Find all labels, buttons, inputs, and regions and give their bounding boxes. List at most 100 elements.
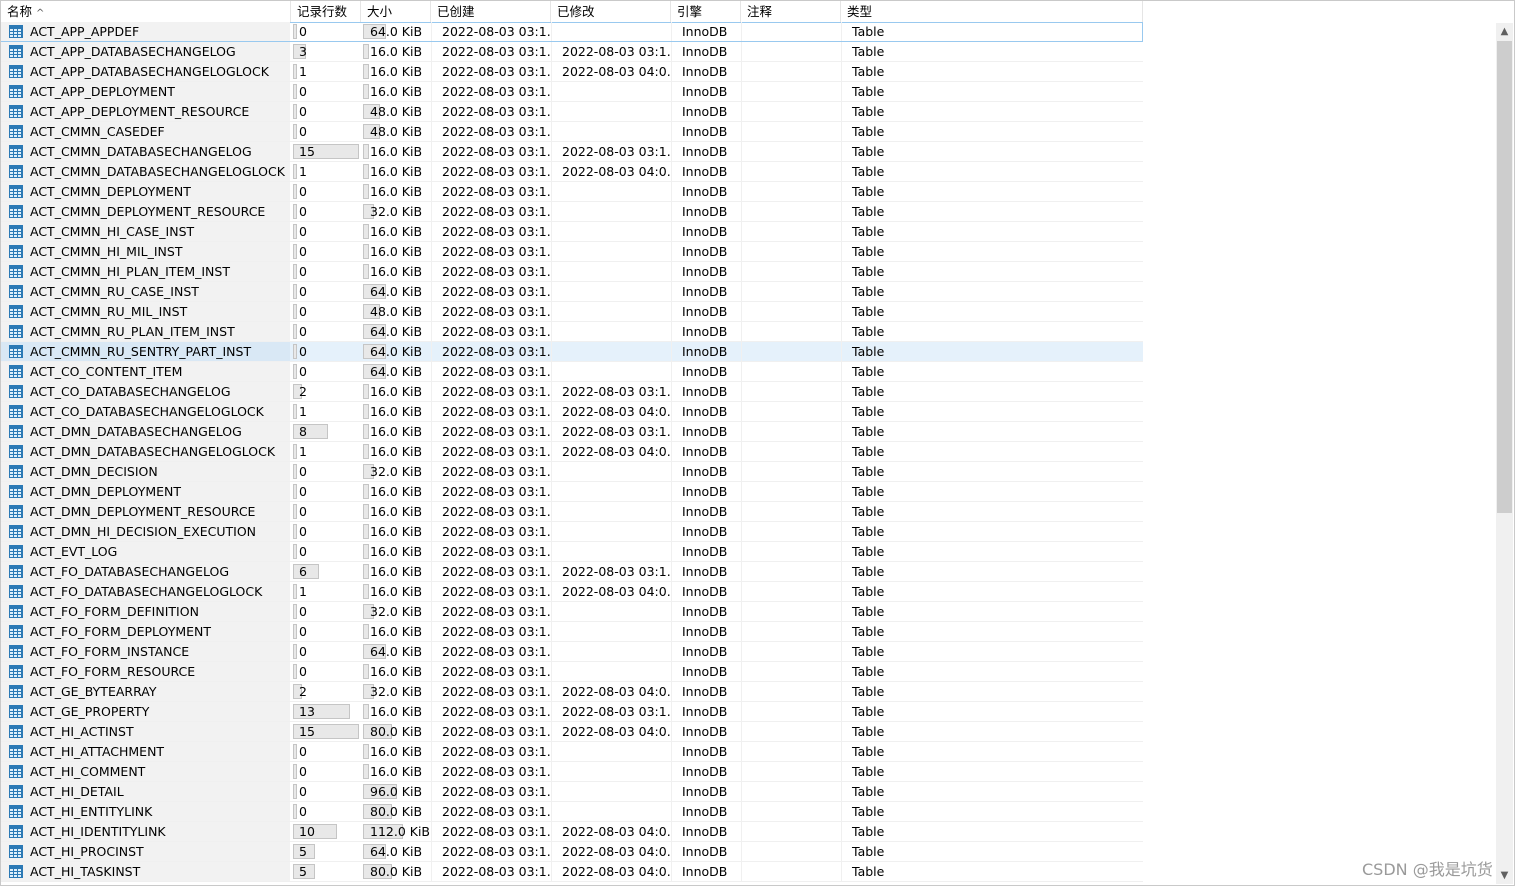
size-value: 32.0 KiB [370, 604, 423, 619]
scrollbar-thumb[interactable] [1497, 41, 1512, 513]
column-type-header[interactable]: 类型 [841, 1, 1143, 23]
table-row[interactable]: ACT_DMN_DEPLOYMENT_RESOURCE 0 16.0 KiB 2022… [1, 502, 1143, 522]
table-row[interactable]: ACT_HI_PROCINST 5 64.0 KiB 2022-08-03 03:1.… [1, 842, 1143, 862]
table-name-cell[interactable]: ACT_APP_DEPLOYMENT_RESOURCE [1, 102, 290, 121]
table-row[interactable]: ACT_CMMN_RU_CASE_INST 0 64.0 KiB 2022-08-03… [1, 282, 1143, 302]
table-row[interactable]: ACT_APP_DATABASECHANGELOGLOCK 1 16.0 KiB 20… [1, 62, 1143, 82]
table-name-cell[interactable]: ACT_HI_COMMENT [1, 762, 290, 781]
table-row[interactable]: ACT_DMN_DATABASECHANGELOGLOCK 1 16.0 KiB 20… [1, 442, 1143, 462]
table-row[interactable]: ACT_CMMN_HI_PLAN_ITEM_INST 0 16.0 KiB 2022-… [1, 262, 1143, 282]
scroll-down-icon[interactable]: ▼ [1496, 867, 1513, 884]
table-row[interactable]: ACT_CMMN_HI_CASE_INST 0 16.0 KiB 2022-08-03… [1, 222, 1143, 242]
table-name-cell[interactable]: ACT_CO_DATABASECHANGELOG [1, 382, 290, 401]
scroll-up-icon[interactable]: ▲ [1496, 23, 1513, 40]
table-name-cell[interactable]: ACT_GE_BYTEARRAY [1, 682, 290, 701]
table-row[interactable]: ACT_CMMN_DEPLOYMENT_RESOURCE 0 32.0 KiB 202… [1, 202, 1143, 222]
table-row[interactable]: ACT_APP_DEPLOYMENT 0 16.0 KiB 2022-08-03 03… [1, 82, 1143, 102]
table-row[interactable]: ACT_FO_DATABASECHANGELOGLOCK 1 16.0 KiB 202… [1, 582, 1143, 602]
table-name-cell[interactable]: ACT_DMN_DECISION [1, 462, 290, 481]
table-row[interactable]: ACT_FO_FORM_INSTANCE 0 64.0 KiB 2022-08-03 … [1, 642, 1143, 662]
table-name-cell[interactable]: ACT_DMN_DEPLOYMENT_RESOURCE [1, 502, 290, 521]
table-name-cell[interactable]: ACT_CMMN_RU_SENTRY_PART_INST [1, 342, 290, 361]
table-row[interactable]: ACT_CMMN_RU_SENTRY_PART_INST 0 64.0 KiB 202… [1, 342, 1143, 362]
table-row[interactable]: ACT_CMMN_DEPLOYMENT 0 16.0 KiB 2022-08-03 0… [1, 182, 1143, 202]
table-name-cell[interactable]: ACT_CMMN_RU_PLAN_ITEM_INST [1, 322, 290, 341]
table-row[interactable]: ACT_CO_DATABASECHANGELOG 2 16.0 KiB 2022-08… [1, 382, 1143, 402]
table-row[interactable]: ACT_GE_PROPERTY 13 16.0 KiB 2022-08-03 03:1… [1, 702, 1143, 722]
table-row[interactable]: ACT_HI_ENTITYLINK 0 80.0 KiB 2022-08-03 03:… [1, 802, 1143, 822]
table-name-cell[interactable]: ACT_HI_ATTACHMENT [1, 742, 290, 761]
table-row[interactable]: ACT_FO_FORM_DEFINITION 0 32.0 KiB 2022-08-0… [1, 602, 1143, 622]
table-row[interactable]: ACT_FO_DATABASECHANGELOG 6 16.0 KiB 2022-08… [1, 562, 1143, 582]
table-row[interactable]: ACT_FO_FORM_RESOURCE 0 16.0 KiB 2022-08-03 … [1, 662, 1143, 682]
table-name-cell[interactable]: ACT_HI_ACTINST [1, 722, 290, 741]
table-name-cell[interactable]: ACT_FO_FORM_DEPLOYMENT [1, 622, 290, 641]
table-row[interactable]: ACT_HI_ACTINST 15 80.0 KiB 2022-08-03 03:1.… [1, 722, 1143, 742]
table-row[interactable]: ACT_HI_DETAIL 0 96.0 KiB 2022-08-03 03:1...… [1, 782, 1143, 802]
table-name-cell[interactable]: ACT_CO_CONTENT_ITEM [1, 362, 290, 381]
column-size-header[interactable]: 大小 [361, 1, 431, 23]
table-row[interactable]: ACT_CO_DATABASECHANGELOGLOCK 1 16.0 KiB 202… [1, 402, 1143, 422]
table-name-cell[interactable]: ACT_APP_DATABASECHANGELOG [1, 42, 290, 61]
table-name-cell[interactable]: ACT_FO_FORM_RESOURCE [1, 662, 290, 681]
table-row[interactable]: ACT_DMN_DECISION 0 32.0 KiB 2022-08-03 03:1… [1, 462, 1143, 482]
table-name-cell[interactable]: ACT_HI_ENTITYLINK [1, 802, 290, 821]
table-name-cell[interactable]: ACT_CMMN_HI_MIL_INST [1, 242, 290, 261]
table-row[interactable]: ACT_FO_FORM_DEPLOYMENT 0 16.0 KiB 2022-08-0… [1, 622, 1143, 642]
table-name-cell[interactable]: ACT_DMN_DEPLOYMENT [1, 482, 290, 501]
table-name-cell[interactable]: ACT_FO_FORM_INSTANCE [1, 642, 290, 661]
table-name-cell[interactable]: ACT_DMN_DATABASECHANGELOGLOCK [1, 442, 290, 461]
column-name-header[interactable]: 名称 ^ [1, 1, 291, 23]
table-row[interactable]: ACT_APP_DEPLOYMENT_RESOURCE 0 48.0 KiB 2022… [1, 102, 1143, 122]
table-name-cell[interactable]: ACT_HI_DETAIL [1, 782, 290, 801]
table-name-cell[interactable]: ACT_CMMN_HI_CASE_INST [1, 222, 290, 241]
table-name-cell[interactable]: ACT_CMMN_CASEDEF [1, 122, 290, 141]
table-row[interactable]: ACT_CMMN_HI_MIL_INST 0 16.0 KiB 2022-08-03 … [1, 242, 1143, 262]
table-name-cell[interactable]: ACT_DMN_DATABASECHANGELOG [1, 422, 290, 441]
table-row[interactable]: ACT_APP_DATABASECHANGELOG 3 16.0 KiB 2022-0… [1, 42, 1143, 62]
table-row[interactable]: ACT_GE_BYTEARRAY 2 32.0 KiB 2022-08-03 03:1… [1, 682, 1143, 702]
table-row[interactable]: ACT_CMMN_DATABASECHANGELOGLOCK 1 16.0 KiB 2… [1, 162, 1143, 182]
table-name-cell[interactable]: ACT_CMMN_HI_PLAN_ITEM_INST [1, 262, 290, 281]
table-row[interactable]: ACT_DMN_HI_DECISION_EXECUTION 0 16.0 KiB 20… [1, 522, 1143, 542]
table-row[interactable]: ACT_DMN_DATABASECHANGELOG 8 16.0 KiB 2022-0… [1, 422, 1143, 442]
table-name-cell[interactable]: ACT_APP_DATABASECHANGELOGLOCK [1, 62, 290, 81]
table-row[interactable]: ACT_CMMN_RU_MIL_INST 0 48.0 KiB 2022-08-03 … [1, 302, 1143, 322]
table-row[interactable]: ACT_HI_COMMENT 0 16.0 KiB 2022-08-03 03:1..… [1, 762, 1143, 782]
table-name-cell[interactable]: ACT_HI_PROCINST [1, 842, 290, 861]
table-name-cell[interactable]: ACT_APP_DEPLOYMENT [1, 82, 290, 101]
table-row[interactable]: ACT_CO_CONTENT_ITEM 0 64.0 KiB 2022-08-03 0… [1, 362, 1143, 382]
vertical-scrollbar[interactable]: ▲ ▼ [1496, 23, 1513, 884]
table-row[interactable]: ACT_DMN_DEPLOYMENT 0 16.0 KiB 2022-08-03 03… [1, 482, 1143, 502]
table-name-cell[interactable]: ACT_HI_IDENTITYLINK [1, 822, 290, 841]
table-name-cell[interactable]: ACT_CMMN_RU_CASE_INST [1, 282, 290, 301]
table-row[interactable]: ACT_CMMN_CASEDEF 0 48.0 KiB 2022-08-03 03:1… [1, 122, 1143, 142]
column-modified-header[interactable]: 已修改 [551, 1, 671, 23]
table-name-cell[interactable]: ACT_CMMN_RU_MIL_INST [1, 302, 290, 321]
table-name-cell[interactable]: ACT_APP_APPDEF [1, 22, 290, 41]
table-name-cell[interactable]: ACT_CMMN_DATABASECHANGELOGLOCK [1, 162, 290, 181]
table-row[interactable]: ACT_CMMN_DATABASECHANGELOG 15 16.0 KiB 2022… [1, 142, 1143, 162]
table-name-cell[interactable]: ACT_HI_TASKINST [1, 862, 290, 881]
table-row[interactable]: ACT_APP_APPDEF 0 64.0 KiB 2022-08-03 03:1..… [1, 22, 1143, 42]
table-row[interactable]: ACT_HI_IDENTITYLINK 10 112.0 KiB 2022-08-03… [1, 822, 1143, 842]
table-name-cell[interactable]: ACT_CMMN_DATABASECHANGELOG [1, 142, 290, 161]
table-name-cell[interactable]: ACT_GE_PROPERTY [1, 702, 290, 721]
table-row[interactable]: ACT_EVT_LOG 0 16.0 KiB 2022-08-03 03:1... In… [1, 542, 1143, 562]
column-created-header[interactable]: 已创建 [431, 1, 551, 23]
table-row[interactable]: ACT_CMMN_RU_PLAN_ITEM_INST 0 64.0 KiB 2022-… [1, 322, 1143, 342]
created-cell: 2022-08-03 03:1... [431, 642, 551, 661]
column-comment-header[interactable]: 注释 [741, 1, 841, 23]
table-name-cell[interactable]: ACT_DMN_HI_DECISION_EXECUTION [1, 522, 290, 541]
table-name-cell[interactable]: ACT_CMMN_DEPLOYMENT_RESOURCE [1, 202, 290, 221]
table-row[interactable]: ACT_HI_TASKINST 5 80.0 KiB 2022-08-03 03:1.… [1, 862, 1143, 882]
table-row[interactable]: ACT_HI_ATTACHMENT 0 16.0 KiB 2022-08-03 03:… [1, 742, 1143, 762]
column-engine-header[interactable]: 引擎 [671, 1, 741, 23]
table-name-cell[interactable]: ACT_CO_DATABASECHANGELOGLOCK [1, 402, 290, 421]
table-name-cell[interactable]: ACT_CMMN_DEPLOYMENT [1, 182, 290, 201]
table-name-cell[interactable]: ACT_FO_DATABASECHANGELOG [1, 562, 290, 581]
table-name-cell[interactable]: ACT_FO_FORM_DEFINITION [1, 602, 290, 621]
column-rows-header[interactable]: 记录行数 [291, 1, 361, 23]
table-name-cell[interactable]: ACT_EVT_LOG [1, 542, 290, 561]
table-name-cell[interactable]: ACT_FO_DATABASECHANGELOGLOCK [1, 582, 290, 601]
